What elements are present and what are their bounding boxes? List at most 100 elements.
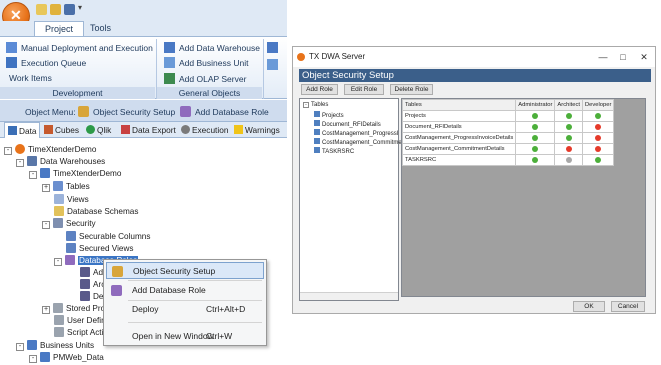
menu-item-object-security-setup[interactable]: Object Security Setup (106, 262, 264, 279)
cancel-button[interactable]: Cancel (611, 301, 645, 312)
table-tree-root-label: Tables (311, 102, 329, 108)
table-tree-item[interactable]: CostManagement_Commitmer (314, 138, 404, 146)
horizontal-scrollbar[interactable] (300, 292, 398, 300)
grid-row[interactable]: Document_RFIDetails (401, 121, 615, 133)
table-tree-item[interactable]: CostManagement_ProgressI (314, 129, 398, 137)
add-olap-server-button[interactable]: Add OLAP Server (164, 73, 246, 86)
add-role-button[interactable]: Add Role (301, 84, 338, 95)
tree-node-label: Tables (66, 182, 90, 191)
collapse-toggle[interactable]: - (303, 102, 309, 108)
permission-cell[interactable] (581, 154, 615, 166)
tree-node-tables[interactable]: + Tables (42, 181, 90, 193)
table-tree-item[interactable]: TASKRSRC (314, 147, 354, 155)
expand-toggle[interactable]: + (42, 184, 50, 192)
collapse-toggle[interactable]: - (29, 355, 37, 363)
open-folder-icon[interactable] (50, 4, 61, 15)
collapse-toggle[interactable]: - (16, 159, 24, 167)
permission-cell[interactable] (554, 132, 583, 144)
collapse-toggle[interactable]: - (54, 258, 62, 266)
object-security-setup-link[interactable]: Object Security Setup (93, 107, 175, 117)
table-tree-item[interactable]: Document_RFIDetails (314, 120, 381, 128)
tree-node-views[interactable]: Views (54, 194, 89, 206)
business-unit-icon (164, 57, 175, 68)
tab-cubes[interactable]: Cubes (44, 122, 79, 138)
tree-node-security[interactable]: - Security (42, 218, 96, 230)
allowed-icon (532, 156, 539, 163)
add-data-warehouse-button[interactable]: Add Data Warehouse (164, 42, 260, 55)
table-tree-item[interactable]: Projects (314, 111, 344, 119)
column-header-developer: Developer (581, 99, 615, 111)
allowed-icon (595, 156, 602, 163)
tree-node-secured-views[interactable]: Secured Views (66, 243, 133, 255)
add-business-unit-label: Add Business Unit (179, 58, 249, 68)
permission-cell[interactable] (515, 110, 556, 122)
tree-node-data-warehouses[interactable]: - Data Warehouses (16, 156, 105, 168)
tab-data-export[interactable]: Data Export (121, 122, 176, 138)
collapse-toggle[interactable]: - (4, 147, 12, 155)
permission-cell[interactable] (554, 154, 583, 166)
permission-cell[interactable] (554, 110, 583, 122)
tab-warnings[interactable]: Warnings (234, 122, 280, 138)
expand-toggle[interactable]: + (42, 306, 50, 314)
tab-project[interactable]: Project (34, 21, 85, 37)
add-database-role-link[interactable]: Add Database Role (195, 107, 269, 117)
tree-node-pmweb-data[interactable]: - PMWeb_Data (29, 352, 104, 364)
grid-row-table-name: Projects (401, 110, 517, 122)
ribbon-overflow-icon[interactable] (267, 59, 278, 70)
permission-cell[interactable] (515, 143, 556, 155)
edit-role-button[interactable]: Edit Role (344, 84, 384, 95)
close-button[interactable]: ✕ (634, 47, 654, 67)
tab-data[interactable]: Data (4, 122, 40, 138)
permission-cell[interactable] (581, 110, 615, 122)
grid-row[interactable]: Projects (401, 110, 615, 122)
grid-row[interactable]: CostManagement_ProgressInvoiceDetails (401, 132, 615, 144)
maximize-button[interactable]: □ (613, 47, 633, 67)
tab-qlik[interactable]: Qlik (86, 122, 111, 138)
tree-node-user-defined[interactable]: User Define (54, 315, 110, 327)
grid-row-table-name: TASKRSRC (401, 154, 517, 166)
permission-cell[interactable] (581, 132, 615, 144)
add-business-unit-button[interactable]: Add Business Unit (164, 57, 248, 70)
menu-item-open-in-new-window[interactable]: Open in New Window Ctrl+W (106, 328, 264, 345)
tree-node-securable-columns[interactable]: Securable Columns (66, 231, 150, 243)
permission-cell[interactable] (515, 154, 556, 166)
tree-node-database-schemas[interactable]: Database Schemas (54, 206, 138, 218)
permission-cell[interactable] (515, 121, 556, 133)
ribbon-overflow-icon[interactable] (267, 42, 278, 53)
menu-item-add-database-role[interactable]: Add Database Role (106, 282, 264, 299)
tables-icon (53, 181, 63, 191)
table-tree-root[interactable]: - Tables (303, 102, 328, 110)
manual-deployment-button[interactable]: Manual Deployment and Execution (6, 42, 153, 55)
allowed-icon (565, 112, 572, 119)
grid-row[interactable]: CostManagement_CommitmentDetails (401, 143, 615, 155)
work-items-button[interactable]: Work Items (9, 73, 52, 86)
customize-toolbar-icon[interactable]: ▾ (78, 3, 82, 12)
data-icon (8, 126, 17, 135)
tree-node-dw[interactable]: - TimeXtenderDemo (29, 168, 121, 180)
tab-execution[interactable]: Execution (181, 122, 228, 138)
permission-cell[interactable] (554, 143, 583, 155)
menu-item-label: Object Security Setup (133, 266, 216, 276)
tree-node-root[interactable]: - TimeXtenderDemo (4, 144, 96, 156)
table-icon (314, 120, 320, 126)
group-label-development: Development (0, 87, 155, 99)
permission-cell[interactable] (554, 121, 583, 133)
tree-node-label: Views (67, 195, 89, 204)
save-icon[interactable] (64, 4, 75, 15)
collapse-toggle[interactable]: - (16, 343, 24, 351)
grid-row[interactable]: TASKRSRC (401, 154, 615, 166)
collapse-toggle[interactable]: - (42, 221, 50, 229)
menu-item-deploy[interactable]: Deploy Ctrl+Alt+D (106, 301, 264, 318)
permission-cell[interactable] (581, 121, 615, 133)
collapse-toggle[interactable]: - (29, 171, 37, 179)
ok-button[interactable]: OK (573, 301, 605, 312)
permission-cell[interactable] (515, 132, 556, 144)
delete-role-button[interactable]: Delete Role (390, 84, 433, 95)
tab-execution-label: Execution (192, 125, 229, 135)
execution-queue-button[interactable]: Execution Queue (6, 57, 86, 70)
tab-tools[interactable]: Tools (80, 21, 121, 37)
tree-node-business-units[interactable]: - Business Units (16, 340, 94, 352)
permission-cell[interactable] (581, 143, 615, 155)
minimize-button[interactable]: — (593, 47, 613, 67)
new-icon[interactable] (36, 4, 47, 15)
